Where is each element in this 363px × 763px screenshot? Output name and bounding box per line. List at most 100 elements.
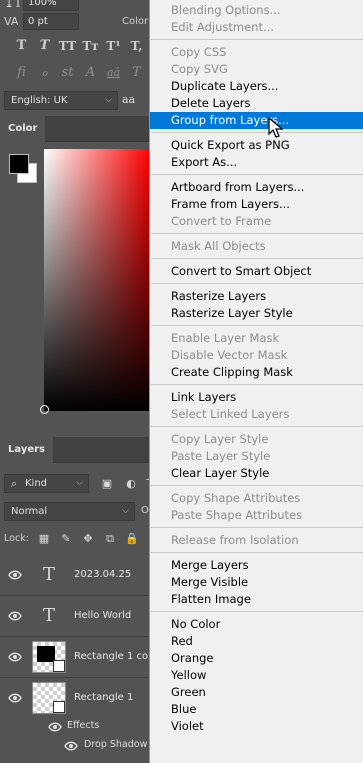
lock-image-pixels-icon[interactable]: ✎ [58, 531, 74, 547]
visibility-eye-icon[interactable] [8, 610, 22, 622]
lock-all-icon[interactable]: 🔒 [124, 531, 140, 547]
layer-name: Hello World [74, 610, 132, 621]
menu-separator [151, 325, 363, 326]
ligatures-button[interactable]: fi [10, 63, 33, 83]
foreground-color-swatch[interactable] [9, 154, 29, 174]
titling-button[interactable]: aā [102, 63, 125, 83]
menu-item-quick-export-as-png[interactable]: Quick Export as PNG [150, 137, 363, 154]
menu-item-clear-layer-style[interactable]: Clear Layer Style [150, 465, 363, 482]
menu-separator [151, 132, 363, 133]
layer-row[interactable]: T 2023.04.25 [0, 555, 150, 596]
menu-item-no-color[interactable]: No Color [150, 616, 363, 633]
menu-item-copy-shape-attributes: Copy Shape Attributes [171, 491, 301, 505]
menu-item-frame-from-layers[interactable]: Frame from Layers... [150, 196, 363, 213]
color-panel-header: Color [0, 116, 150, 142]
menu-item-artboard-from-layers[interactable]: Artboard from Layers... [150, 179, 363, 196]
leading-icon: ↨T [4, 0, 23, 10]
blend-mode-dropdown[interactable]: Normal ⌵ [4, 502, 135, 521]
layer-row[interactable]: Rectangle 1 copy [0, 637, 150, 678]
menu-separator [151, 426, 363, 427]
superscript-button[interactable]: T¹ [102, 36, 125, 56]
photoshop-panels: ↨T 100% VA 0 pt Color: T T TT Tт T¹ T, f… [0, 0, 150, 763]
visibility-eye-icon[interactable] [8, 569, 22, 581]
layer-row[interactable]: Rectangle 1 [0, 678, 150, 719]
color-panel [0, 142, 150, 434]
menu-item-copy-layer-style: Copy Layer Style [171, 432, 269, 446]
faux-bold-button[interactable]: T [10, 36, 33, 56]
tab-layers[interactable]: Layers [0, 437, 53, 463]
visibility-eye-icon[interactable] [48, 721, 62, 733]
visibility-eye-icon[interactable] [8, 651, 22, 663]
menu-item-flatten-image[interactable]: Flatten Image [150, 591, 363, 608]
image-filter-icon[interactable]: ▣ [99, 476, 115, 492]
language-dropdown[interactable]: English: UK ⌵ [4, 91, 118, 110]
menu-item-red[interactable]: Red [150, 633, 363, 650]
effects-row[interactable]: Effects [0, 717, 150, 736]
mouse-cursor-icon [268, 117, 284, 138]
menu-item-release-from-isolation: Release from Isolation [171, 533, 299, 547]
visibility-eye-icon[interactable] [8, 692, 22, 704]
menu-item-enable-layer-mask: Enable Layer Mask [171, 331, 280, 345]
baseline-shift-field[interactable]: 0 pt [23, 13, 79, 30]
blend-mode-value: Normal [11, 506, 48, 517]
menu-item-export-as[interactable]: Export As... [150, 154, 363, 171]
visibility-eye-icon[interactable] [64, 740, 78, 752]
menu-item-convert-to-smart-object[interactable]: Convert to Smart Object [150, 263, 363, 280]
menu-separator [151, 485, 363, 486]
chevron-down-icon: ⌵ [76, 478, 83, 488]
drop-shadow-row[interactable]: Drop Shadow [0, 736, 150, 755]
lock-artboard-icon[interactable]: ⧉ [102, 531, 118, 547]
layer-name: Rectangle 1 [74, 692, 134, 703]
chevron-down-icon: ⌵ [122, 506, 129, 516]
menu-item-group-from-layers[interactable]: Group from Layers... [150, 112, 363, 129]
lock-label: Lock: [4, 533, 29, 544]
opacity-label: O [141, 505, 149, 516]
color-picker-field[interactable] [44, 149, 150, 411]
lock-position-icon[interactable]: ✥ [80, 531, 96, 547]
tab-color[interactable]: Color [0, 116, 46, 142]
old-style-button[interactable]: ℴ [33, 63, 56, 83]
menu-item-rasterize-layers[interactable]: Rasterize Layers [150, 288, 363, 305]
swash-button[interactable]: A [79, 63, 102, 83]
menu-item-link-layers[interactable]: Link Layers [150, 389, 363, 406]
character-panel: ↨T 100% VA 0 pt Color: T T TT Tт T¹ T, f… [0, 0, 150, 116]
menu-separator [151, 527, 363, 528]
menu-separator [151, 39, 363, 40]
menu-item-copy-css: Copy CSS [171, 45, 227, 59]
menu-item-rasterize-layer-style[interactable]: Rasterize Layer Style [150, 305, 363, 322]
menu-item-duplicate-layers[interactable]: Duplicate Layers... [150, 78, 363, 95]
menu-item-orange[interactable]: Orange [150, 650, 363, 667]
shape-layer-thumbnail [32, 682, 66, 714]
filter-kind-value: Kind [25, 478, 48, 489]
adjustment-filter-icon[interactable]: ◐ [123, 476, 139, 492]
menu-item-mask-all-objects: Mask All Objects [171, 239, 266, 253]
menu-item-edit-adjustment: Edit Adjustment... [171, 20, 274, 34]
menu-item-create-clipping-mask[interactable]: Create Clipping Mask [150, 364, 363, 381]
menu-item-violet[interactable]: Violet [150, 718, 363, 735]
menu-separator [151, 384, 363, 385]
small-caps-button[interactable]: Tт [79, 36, 102, 56]
filter-kind-dropdown[interactable]: ⌕ Kind ⌵ [4, 474, 89, 493]
search-icon: ⌕ [10, 477, 18, 490]
menu-item-green[interactable]: Green [150, 684, 363, 701]
all-caps-button[interactable]: TT [56, 36, 79, 56]
menu-item-yellow[interactable]: Yellow [150, 667, 363, 684]
text-layer-thumbnail-icon: T [42, 564, 55, 585]
lock-transparent-pixels-icon[interactable]: ▦ [36, 531, 52, 547]
subscript-button[interactable]: T, [125, 36, 148, 56]
vertical-scale-field[interactable]: 100% [23, 0, 79, 11]
color-picker-handle[interactable] [40, 405, 49, 414]
menu-item-merge-visible[interactable]: Merge Visible [150, 574, 363, 591]
faux-italic-button[interactable]: T [33, 36, 56, 56]
shape-badge-icon [53, 660, 65, 672]
layers-panel-header: Layers [0, 437, 150, 463]
menu-item-blue[interactable]: Blue [150, 701, 363, 718]
menu-item-merge-layers[interactable]: Merge Layers [150, 557, 363, 574]
menu-item-blending-options: Blending Options... [171, 3, 281, 17]
contextual-button[interactable]: T [125, 63, 148, 83]
layer-row[interactable]: T Hello World [0, 596, 150, 637]
stylistic-alternates-button[interactable]: st [56, 63, 79, 83]
menu-item-disable-vector-mask: Disable Vector Mask [171, 348, 288, 362]
type-style-buttons: T T TT Tт T¹ T, [10, 36, 148, 56]
menu-item-delete-layers[interactable]: Delete Layers [150, 95, 363, 112]
